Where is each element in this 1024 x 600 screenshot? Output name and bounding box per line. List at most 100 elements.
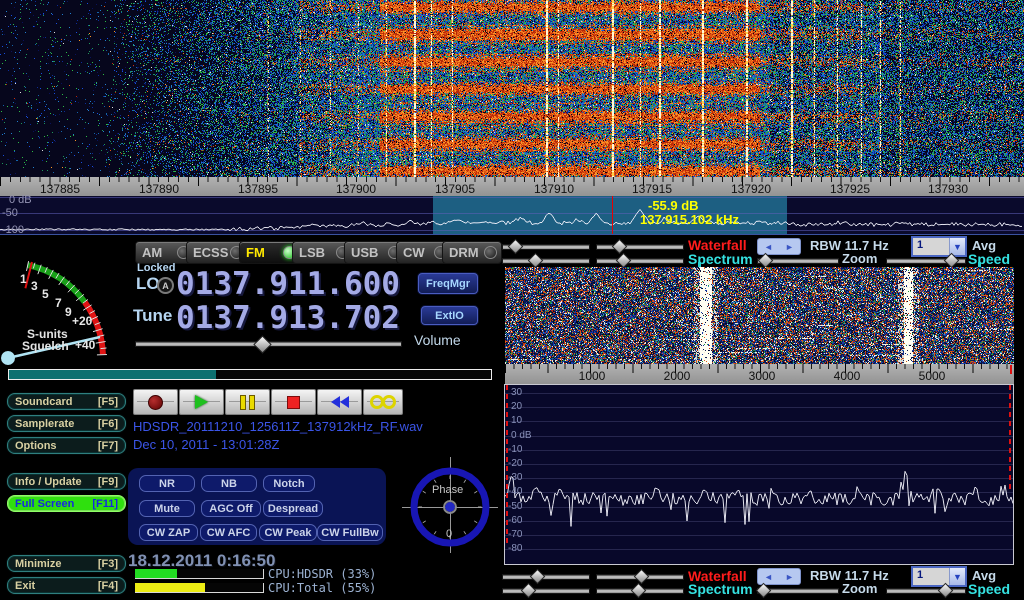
spectrum-upper-limit-slider[interactable] [502, 588, 590, 594]
spectrum-lower-limit-slider[interactable] [596, 258, 684, 264]
options-button[interactable]: Options [F7] [7, 437, 126, 454]
main-frequency-scale[interactable]: 137885 137890 137895 137900 137905 13791… [0, 177, 1024, 196]
exit-button[interactable]: Exit[F4] [7, 577, 126, 594]
extio-button[interactable]: ExtIO [421, 306, 478, 325]
pause-button[interactable] [225, 389, 270, 415]
minimize-button[interactable]: Minimize [F3] [7, 555, 126, 572]
squelch-level-bar[interactable] [8, 369, 492, 380]
cw-fullbw-button[interactable]: CW FullBw [317, 524, 383, 541]
nb-button[interactable]: NB [201, 475, 257, 492]
hdsdr-window: 137885 137890 137895 137900 137905 13791… [0, 0, 1024, 600]
tune-cursor-line[interactable] [612, 196, 613, 235]
zoom-slider-handle[interactable] [758, 253, 774, 269]
button-label: Full Screen [15, 498, 74, 510]
db-tick-label: 0 dB [511, 430, 532, 441]
freq-tick-label: 5000 [902, 369, 962, 383]
datetime-display: 18.12.2011 0:16:50 [128, 551, 275, 571]
slider-handle[interactable] [521, 583, 537, 599]
button-label: Samplerate [15, 418, 74, 430]
record-button[interactable] [133, 389, 178, 415]
freq-tick-label: 137895 [228, 182, 288, 196]
volume-slider-handle[interactable] [253, 335, 271, 353]
db-tick-label: -50 [508, 501, 522, 512]
locked-indicator: Locked [137, 262, 176, 274]
waterfall-lower-limit-slider[interactable] [596, 244, 684, 250]
db-tick-label: -30 [508, 472, 522, 483]
avg-dropdown[interactable]: 1 ▼ [911, 566, 967, 587]
avg-dropdown[interactable]: 1 ▼ [911, 236, 967, 257]
samplerate-button[interactable]: Samplerate[F6] [7, 415, 126, 432]
cpu-hdsdr-label: CPU:HDSDR (33%) [268, 567, 376, 581]
button-hotkey: [F7] [98, 440, 118, 452]
audio-frequency-scale[interactable]: 1000 2000 3000 4000 5000 [505, 364, 1014, 384]
audio-spectrum-display[interactable]: 30 20 10 0 dB -10 -20 -30 -40 -50 -60 -7… [504, 384, 1014, 565]
zoom-label: Zoom [842, 581, 877, 596]
despread-button[interactable]: Despread [263, 500, 323, 517]
arrow-left-icon: ◄ [764, 572, 773, 582]
mute-button[interactable]: Mute [139, 500, 195, 517]
smeter-tick: 5 [42, 287, 49, 301]
db-tick-label: -40 [508, 486, 522, 497]
slider-handle[interactable] [612, 239, 628, 255]
mode-label: USB [351, 245, 378, 260]
freq-tick-label: 137915 [622, 182, 682, 196]
mode-label: LSB [299, 245, 325, 260]
slider-handle[interactable] [634, 569, 650, 585]
zoom-slider-handle[interactable] [756, 583, 772, 599]
dsp-label: CW Peak [264, 527, 311, 539]
nr-button[interactable]: NR [139, 475, 195, 492]
agc-off-button[interactable]: AGC Off [201, 500, 261, 517]
button-hotkey: [F3] [98, 558, 118, 570]
loop-button[interactable] [363, 389, 403, 415]
tune-frequency-display[interactable]: 0137.913.702 [176, 300, 400, 336]
freq-tick-label: 137885 [30, 182, 90, 196]
slider-handle[interactable] [616, 253, 632, 269]
mode-button-drm[interactable]: DRM [442, 241, 502, 264]
play-button[interactable] [179, 389, 224, 415]
speed-slider[interactable] [886, 588, 966, 594]
main-spectrum-trace [0, 196, 1024, 235]
fullscreen-button[interactable]: Full Screen[F11] [7, 495, 126, 512]
button-label: Minimize [15, 558, 61, 570]
marker-level-readout: -55.9 dB [648, 198, 699, 213]
auto-badge-letter: A [162, 281, 169, 291]
mode-label: ECSS [193, 245, 228, 260]
button-label: Options [15, 440, 57, 452]
cw-zap-button[interactable]: CW ZAP [139, 524, 198, 541]
main-waterfall-display[interactable] [0, 0, 1024, 177]
phase-dial[interactable] [400, 455, 500, 555]
stop-icon [287, 396, 300, 409]
info-update-button[interactable]: Info / Update[F9] [7, 473, 126, 490]
slider-handle[interactable] [528, 253, 544, 269]
squelch-level-fill [9, 370, 216, 379]
rewind-button[interactable] [317, 389, 362, 415]
button-hotkey: [F4] [98, 580, 118, 592]
audio-spectrum-trace [505, 385, 1013, 564]
smeter-tick: 7 [55, 296, 62, 310]
auto-lo-button[interactable]: A [157, 277, 174, 294]
arrow-right-icon: ► [785, 572, 794, 582]
cw-afc-button[interactable]: CW AFC [200, 524, 257, 541]
waterfall-upper-limit-slider[interactable] [502, 574, 590, 580]
lo-frequency-display[interactable]: 0137.911.600 [176, 266, 400, 302]
dsp-label: CW AFC [207, 527, 251, 539]
mode-label: DRM [449, 245, 479, 260]
slider-handle[interactable] [508, 239, 524, 255]
smeter-tick: 3 [31, 279, 38, 293]
waterfall-scroll-buttons[interactable]: ◄► [757, 238, 801, 255]
slider-handle[interactable] [530, 569, 546, 585]
freqmgr-button[interactable]: FreqMgr [418, 273, 478, 294]
notch-button[interactable]: Notch [263, 475, 315, 492]
soundcard-button[interactable]: Soundcard[F5] [7, 393, 126, 410]
main-spectrum-display[interactable]: 0 dB -50 -100 -55.9 dB 137.915.102 kHz [0, 196, 1024, 235]
smeter-tick: 1 [20, 272, 27, 286]
slider-handle[interactable] [631, 583, 647, 599]
pause-icon [240, 395, 255, 410]
audio-waterfall-display[interactable] [505, 267, 1014, 364]
cw-peak-button[interactable]: CW Peak [259, 524, 317, 541]
dsp-label: CW FullBw [321, 527, 378, 539]
dsp-label: AGC Off [209, 503, 252, 515]
smeter-tick: +20 [72, 314, 92, 328]
stop-button[interactable] [271, 389, 316, 415]
spectrum-upper-limit-slider[interactable] [502, 258, 590, 264]
